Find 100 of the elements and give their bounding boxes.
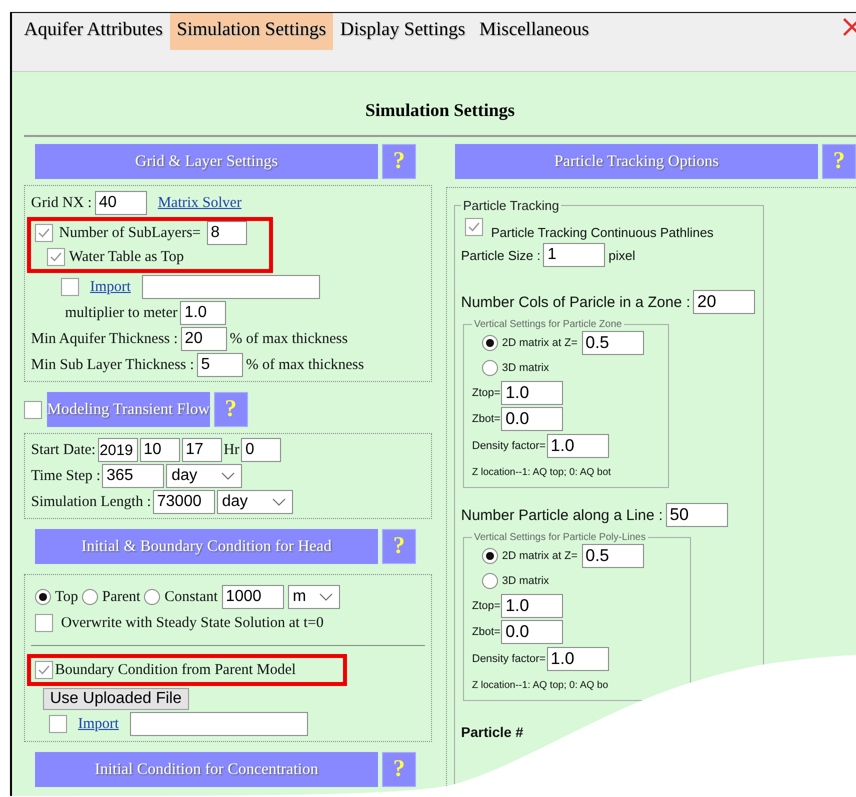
- checkbox[interactable]: [465, 218, 483, 236]
- label: Grid NX :: [31, 194, 92, 212]
- radio-button[interactable]: [35, 589, 51, 605]
- upload-button[interactable]: Use Uploaded File: [43, 688, 189, 710]
- unit-select[interactable]: day: [166, 464, 242, 488]
- unit-select[interactable]: day: [217, 490, 293, 514]
- input-field[interactable]: 365: [102, 464, 164, 488]
- checkbox[interactable]: [61, 278, 79, 296]
- label: Start Date:: [31, 442, 96, 458]
- label: pixel: [608, 248, 636, 262]
- label: % of max thickness: [246, 356, 364, 374]
- input-field[interactable]: 1.0: [501, 381, 564, 405]
- input-field[interactable]: 1000: [222, 585, 284, 609]
- label: Boundary Condition from Parent Model: [55, 662, 296, 678]
- label: Min Aquifer Thickness :: [31, 330, 178, 348]
- label: Number Cols of Paricle in a Zone :: [461, 294, 690, 310]
- unit-select[interactable]: m: [288, 585, 340, 609]
- label: multiplier to meter: [65, 304, 178, 322]
- input-field[interactable]: 2019: [98, 438, 138, 462]
- input-field[interactable]: 1.0: [546, 647, 609, 671]
- input-field[interactable]: 5: [197, 353, 244, 377]
- chevron-icon: [272, 498, 286, 506]
- input-field[interactable]: 40: [94, 191, 147, 215]
- label: Particle Size :: [461, 248, 540, 262]
- label: Ztop=: [472, 387, 500, 399]
- checkbox[interactable]: [47, 248, 65, 266]
- input-field[interactable]: 0.5: [582, 330, 644, 354]
- checkbox[interactable]: [24, 400, 42, 418]
- radio-button[interactable]: [482, 360, 498, 376]
- radio-button[interactable]: [482, 334, 498, 350]
- tab[interactable]: Aquifer Attributes: [17, 13, 170, 50]
- label: Overwrite with Steady State Solution at t=0: [61, 614, 324, 632]
- label: 3D matrix: [502, 362, 550, 374]
- group-legend: Particle Tracking: [461, 198, 562, 213]
- section-header: Grid & Layer Settings: [35, 144, 378, 179]
- label: Top: [55, 588, 78, 606]
- input-field[interactable]: 8: [206, 221, 247, 245]
- input-field[interactable]: 0: [241, 438, 282, 462]
- input-field[interactable]: 50: [666, 503, 728, 527]
- tab[interactable]: Miscellaneous: [472, 13, 596, 50]
- check-icon: [38, 228, 50, 238]
- input-field[interactable]: 20: [693, 290, 756, 314]
- section-header: Modeling Transient Flow: [47, 392, 210, 427]
- input-field[interactable]: 1.0: [180, 301, 226, 325]
- label: Density factor=: [472, 653, 546, 665]
- chevron-icon: [221, 472, 236, 480]
- check-icon: [468, 222, 480, 232]
- input-field[interactable]: 10: [140, 438, 180, 462]
- group-legend: Vertical Settings for Particle Zone: [472, 319, 624, 330]
- input-field[interactable]: 1.0: [501, 594, 564, 618]
- input-field[interactable]: 20: [180, 327, 227, 351]
- checkbox[interactable]: [35, 614, 53, 632]
- chevron-icon: [318, 593, 333, 601]
- close-icon[interactable]: [842, 17, 856, 37]
- label: Zbot=: [472, 413, 500, 425]
- checkbox[interactable]: [35, 224, 53, 242]
- label: Particle Tracking Continuous Pathlines: [491, 224, 714, 240]
- radio-button[interactable]: [482, 548, 498, 564]
- label: Number of SubLayers=: [59, 224, 201, 242]
- radio-button[interactable]: [82, 589, 98, 605]
- label: Simulation Length :: [31, 494, 151, 510]
- section-header: Initial & Boundary Condition for Head: [35, 529, 378, 564]
- label: Number Particle along a Line :: [461, 506, 663, 524]
- section-header: Particle Tracking Options: [455, 144, 818, 179]
- import-link[interactable]: Import: [90, 278, 131, 296]
- import-link[interactable]: Import: [78, 716, 119, 732]
- label: Parent: [102, 588, 140, 606]
- check-icon: [50, 252, 62, 262]
- input-field[interactable]: 0.0: [501, 407, 564, 431]
- label: Ztop=: [472, 600, 500, 612]
- label: Time Step :: [31, 468, 100, 484]
- radio-button[interactable]: [482, 573, 498, 589]
- section-header: Initial Condition for Concentration: [35, 752, 378, 787]
- tab[interactable]: Simulation Settings: [170, 13, 334, 50]
- label: Water Table as Top: [69, 248, 184, 266]
- label: Density factor=: [472, 440, 546, 452]
- label: Min Sub Layer Thickness :: [31, 356, 194, 374]
- checkbox[interactable]: [35, 661, 53, 679]
- input-field[interactable]: 17: [182, 438, 222, 462]
- label: Particle #: [461, 724, 524, 740]
- label: 2D matrix at Z=: [502, 336, 578, 348]
- input-field[interactable]: 1: [543, 243, 606, 267]
- input-field[interactable]: 0.0: [501, 620, 564, 644]
- input-field[interactable]: [142, 275, 320, 299]
- label: Constant: [164, 588, 218, 606]
- tab[interactable]: Display Settings: [333, 13, 472, 50]
- label: Z location--1: AQ top; 0: AQ bo: [472, 680, 608, 690]
- radio-button[interactable]: [144, 589, 160, 605]
- group-legend: Vertical Settings for Particle Poly-Lines: [472, 532, 648, 543]
- check-icon: [38, 665, 50, 675]
- input-field[interactable]: [130, 712, 308, 736]
- label: Hr: [224, 442, 240, 458]
- label: Z location--1: AQ top; 0: AQ bot: [472, 466, 611, 478]
- page-title: Simulation Settings: [364, 99, 516, 122]
- matrix-solver-link[interactable]: Matrix Solver: [158, 194, 242, 212]
- checkbox[interactable]: [49, 715, 67, 733]
- input-field[interactable]: 1.0: [546, 434, 609, 458]
- input-field[interactable]: 73000: [153, 490, 215, 514]
- input-field[interactable]: 0.5: [582, 544, 644, 568]
- label: 3D matrix: [502, 575, 550, 587]
